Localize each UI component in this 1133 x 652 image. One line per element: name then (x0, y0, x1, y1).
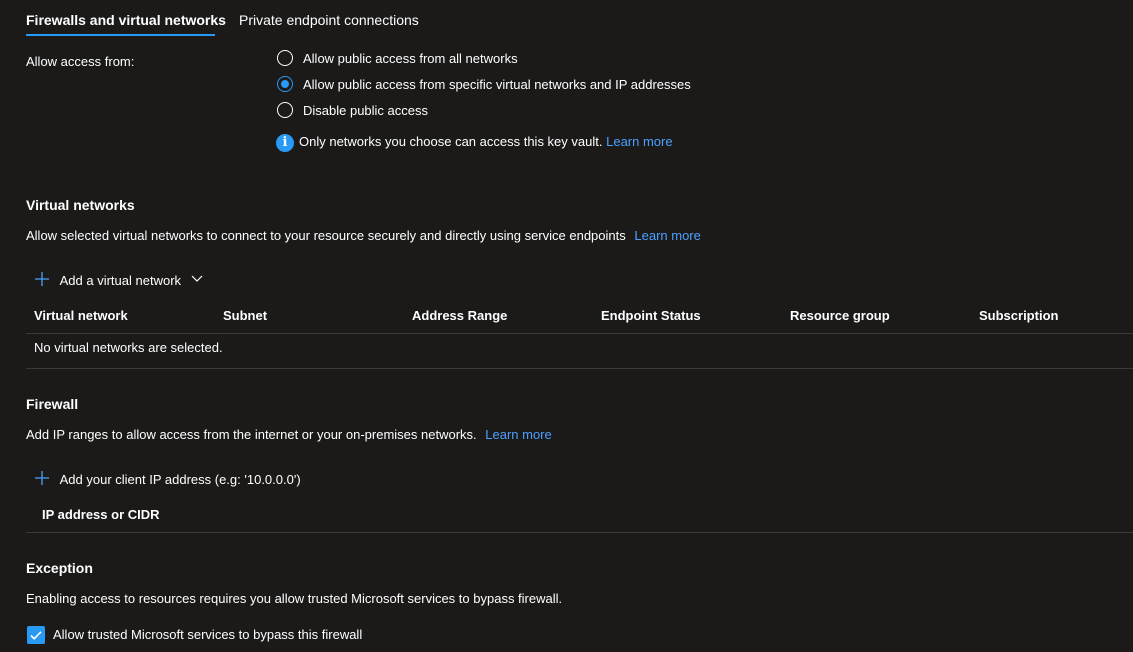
info-message: Only networks you choose can access this… (299, 134, 673, 149)
firewall-title: Firewall (26, 396, 79, 412)
column-header-resource-group[interactable]: Resource group (790, 308, 890, 323)
virtual-networks-title: Virtual networks (26, 197, 135, 213)
tab-private-endpoint-connections[interactable]: Private endpoint connections (239, 12, 419, 28)
empty-table-message: No virtual networks are selected. (34, 340, 223, 355)
tab-firewalls-and-virtual-networks[interactable]: Firewalls and virtual networks (26, 12, 226, 28)
trusted-services-checkbox-label[interactable]: Allow trusted Microsoft services to bypa… (53, 627, 362, 642)
checkmark-icon (30, 631, 42, 640)
table-bottom-divider (26, 368, 1133, 369)
firewall-description-text: Add IP ranges to allow access from the i… (26, 427, 477, 442)
exception-description: Enabling access to resources requires yo… (26, 591, 563, 606)
radio-disable-public-access[interactable] (277, 102, 293, 118)
firewall-description: Add IP ranges to allow access from the i… (26, 427, 552, 442)
info-learn-more-link[interactable]: Learn more (606, 134, 672, 149)
info-text: Only networks you choose can access this… (299, 134, 603, 149)
allow-access-label: Allow access from: (26, 54, 135, 69)
chevron-down-icon (191, 271, 203, 286)
column-header-virtual-network[interactable]: Virtual network (34, 308, 128, 323)
radio-disable-public-access-label[interactable]: Disable public access (303, 103, 428, 118)
radio-specific-networks[interactable] (277, 76, 293, 92)
plus-icon (34, 271, 50, 287)
virtual-networks-learn-more-link[interactable]: Learn more (634, 228, 700, 243)
radio-all-networks[interactable] (277, 50, 293, 66)
column-header-address-range[interactable]: Address Range (412, 308, 507, 323)
radio-specific-networks-label[interactable]: Allow public access from specific virtua… (303, 77, 691, 92)
exception-title: Exception (26, 560, 93, 576)
info-icon: i (276, 134, 294, 152)
firewall-learn-more-link[interactable]: Learn more (485, 427, 551, 442)
active-tab-underline (26, 34, 215, 36)
column-header-ip-address: IP address or CIDR (42, 507, 160, 522)
radio-all-networks-label[interactable]: Allow public access from all networks (303, 51, 518, 66)
plus-icon (34, 470, 50, 486)
add-client-ip-button[interactable]: Add your client IP address (e.g: '10.0.0… (34, 470, 301, 488)
trusted-services-checkbox[interactable] (27, 626, 45, 644)
add-virtual-network-label: Add a virtual network (59, 273, 182, 289)
add-virtual-network-button[interactable]: Add a virtual network (34, 271, 203, 289)
add-client-ip-label: Add your client IP address (e.g: '10.0.0… (59, 472, 301, 488)
column-header-endpoint-status[interactable]: Endpoint Status (601, 308, 701, 323)
virtual-networks-description-text: Allow selected virtual networks to conne… (26, 228, 626, 243)
firewall-divider (26, 532, 1133, 533)
table-header-divider (26, 333, 1133, 334)
virtual-networks-description: Allow selected virtual networks to conne… (26, 228, 701, 243)
column-header-subnet[interactable]: Subnet (223, 308, 267, 323)
column-header-subscription[interactable]: Subscription (979, 308, 1058, 323)
